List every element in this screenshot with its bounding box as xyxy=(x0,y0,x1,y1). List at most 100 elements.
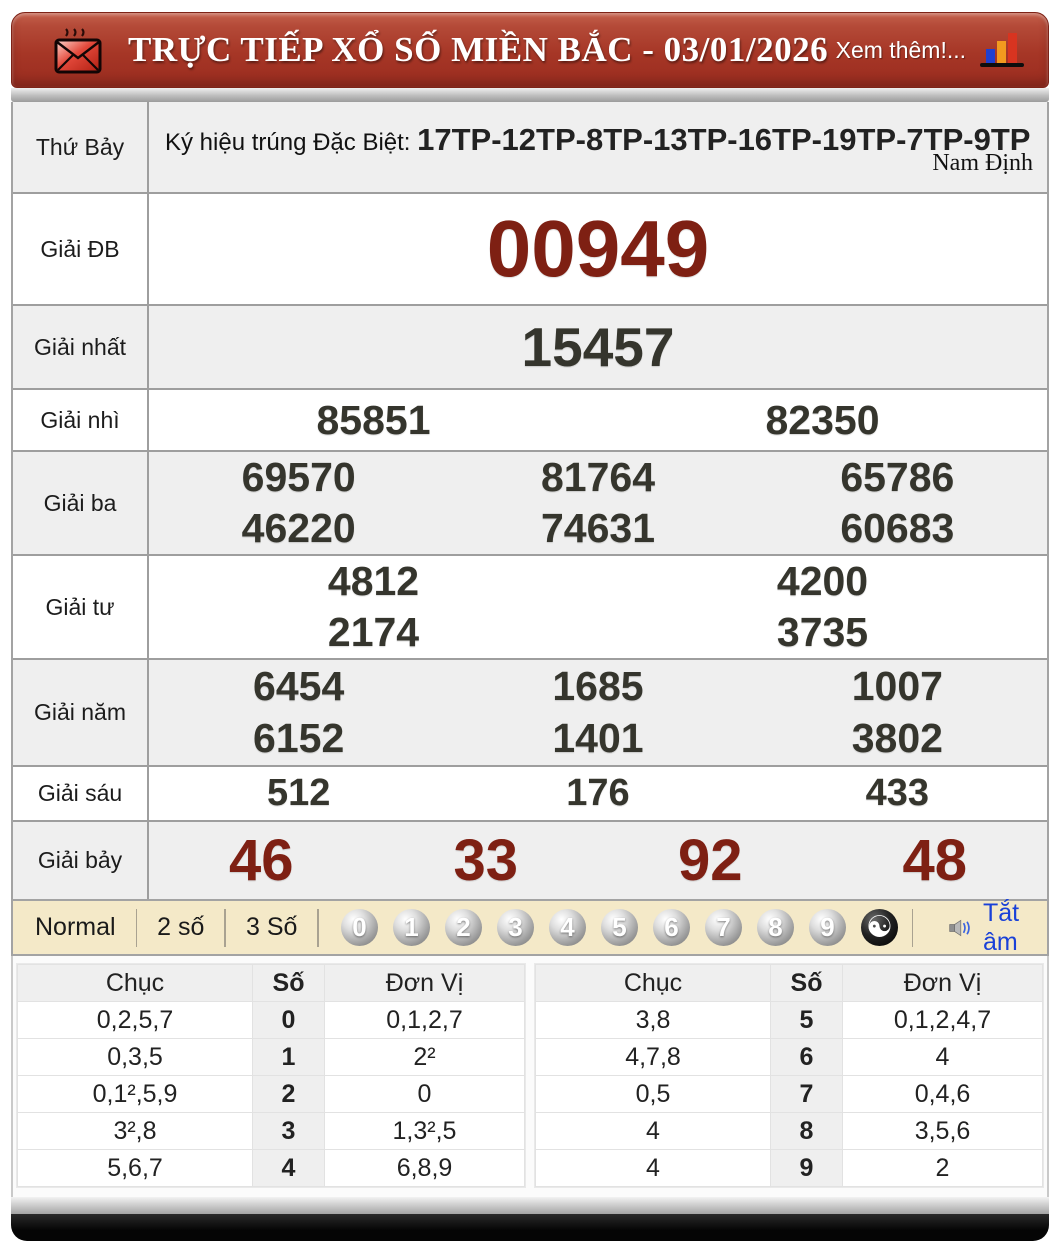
results-table: Thứ Bảy Ký hiệu trúng Đặc Biệt: 17TP-12T… xyxy=(11,102,1049,901)
digit-ball-3[interactable]: 3 xyxy=(496,909,534,946)
column-header: Số xyxy=(770,964,843,1002)
speaker-icon xyxy=(949,919,971,936)
column-header: Số xyxy=(252,964,325,1002)
prize-number: 4200 xyxy=(776,558,869,604)
stats-table-right: Chục Số Đơn Vị 3,8 5 0,1,2,4,7 4,7,8 6 4… xyxy=(535,964,1043,1187)
prize-number: 85851 xyxy=(316,396,431,443)
special-sign-cell: Ký hiệu trúng Đặc Biệt: 17TP-12TP-8TP-13… xyxy=(149,102,1047,192)
prize-number: 3802 xyxy=(851,715,943,762)
digit-ball-7[interactable]: 7 xyxy=(704,909,742,946)
digit-ball-row: 0 1 2 3 4 5 6 7 8 9 ☯ xyxy=(340,909,898,946)
units-cell: 2² xyxy=(324,1038,525,1076)
separator xyxy=(317,908,319,947)
info-row: Thứ Bảy Ký hiệu trúng Đặc Biệt: 17TP-12T… xyxy=(13,102,1047,194)
province-name: Nam Định xyxy=(932,149,1033,176)
digit-ball-2[interactable]: 2 xyxy=(444,909,482,946)
units-cell: 0,4,6 xyxy=(842,1075,1043,1113)
table-row: 4,7,8 6 4 xyxy=(535,1038,1043,1076)
prize-number: 81764 xyxy=(540,454,655,500)
prize-number: 48 xyxy=(902,828,967,893)
digit-cell: 6 xyxy=(770,1038,843,1076)
prize-number: 176 xyxy=(566,772,630,814)
statistics-section: Chục Số Đơn Vị 0,2,5,7 0 0,1,2,7 0,3,5 1… xyxy=(11,956,1049,1197)
digit-cell: 5 xyxy=(770,1001,843,1039)
tens-cell: 3,8 xyxy=(535,1001,771,1039)
units-cell: 3,5,6 xyxy=(842,1112,1043,1150)
prize-number: 82350 xyxy=(765,396,880,443)
digit-cell: 4 xyxy=(252,1149,325,1187)
digit-ball-4[interactable]: 4 xyxy=(548,909,586,946)
prize-number: 2174 xyxy=(327,609,420,655)
digit-ball-1[interactable]: 1 xyxy=(392,909,430,946)
digit-ball-9[interactable]: 9 xyxy=(808,909,846,946)
seventh-prize-row: Giải bảy 46 33 92 48 xyxy=(13,822,1047,899)
prize-number: 74631 xyxy=(540,505,655,551)
prize-number: 46 xyxy=(228,828,294,893)
digit-cell: 1 xyxy=(252,1038,325,1076)
controls-bar: Normal 2 số 3 Số 0 1 2 3 4 5 6 7 8 9 ☯ T… xyxy=(11,898,1049,957)
digit-cell: 9 xyxy=(770,1149,843,1187)
table-row: 3,8 5 0,1,2,4,7 xyxy=(535,1001,1043,1039)
mute-button[interactable]: Tắt âm xyxy=(911,898,1037,957)
bar-chart-icon[interactable] xyxy=(980,31,1026,69)
third-prize-row: Giải ba 69570 81764 65786 46220 74631 60… xyxy=(13,452,1047,556)
first-prize-row: Giải nhất 15457 xyxy=(13,306,1047,390)
weekday-label: Thứ Bảy xyxy=(13,102,149,192)
tens-cell: 3²,8 xyxy=(17,1112,253,1150)
prize-number: 1685 xyxy=(552,662,644,709)
digit-cell: 2 xyxy=(252,1075,325,1113)
mute-label: Tắt âm xyxy=(982,898,1020,956)
third-prize-label: Giải ba xyxy=(13,452,149,554)
table-row: 3²,8 3 1,3²,5 xyxy=(17,1112,525,1150)
digit-cell: 7 xyxy=(770,1075,843,1113)
prize-number: 46220 xyxy=(241,505,356,551)
digit-ball-5[interactable]: 5 xyxy=(600,909,638,946)
special-prize-row: Giải ĐB 00949 xyxy=(13,194,1047,306)
tab-2-digits[interactable]: 2 số xyxy=(137,913,224,942)
first-prize-label: Giải nhất xyxy=(13,306,149,388)
table-row: 0,3,5 1 2² xyxy=(17,1038,525,1076)
sixth-prize-label: Giải sáu xyxy=(13,767,149,820)
digit-ball-0[interactable]: 0 xyxy=(340,909,378,946)
table-row: 4 8 3,5,6 xyxy=(535,1112,1043,1150)
tens-cell: 4 xyxy=(535,1112,771,1150)
table-row: 5,6,7 4 6,8,9 xyxy=(17,1149,525,1187)
units-cell: 4 xyxy=(842,1038,1043,1076)
prize-number: 433 xyxy=(865,772,930,814)
units-cell: 2 xyxy=(842,1149,1043,1187)
title-bar: TRỰC TIẾP XỔ SỐ MIỀN BẮC - 03/01/2026 Xe… xyxy=(11,12,1049,88)
footer-bar xyxy=(11,1214,1049,1241)
units-cell: 1,3²,5 xyxy=(324,1112,525,1150)
tens-cell: 0,1²,5,9 xyxy=(17,1075,253,1113)
table-row: 0,2,5,7 0 0,1,2,7 xyxy=(17,1001,525,1039)
tens-cell: 4 xyxy=(535,1149,771,1187)
units-cell: 0,1,2,7 xyxy=(324,1001,525,1039)
prize-number: 1401 xyxy=(552,715,644,762)
fourth-prize-row: Giải tư 4812 4200 2174 3735 xyxy=(13,556,1047,660)
fifth-prize-label: Giải năm xyxy=(13,660,149,765)
prize-number: 33 xyxy=(453,828,518,893)
units-cell: 0,1,2,4,7 xyxy=(842,1001,1043,1039)
table-header-row: Chục Số Đơn Vị xyxy=(17,964,525,1002)
tens-cell: 0,3,5 xyxy=(17,1038,253,1076)
frame-strip-bottom xyxy=(11,1197,1049,1214)
table-header-row: Chục Số Đơn Vị xyxy=(535,964,1043,1002)
tab-normal[interactable]: Normal xyxy=(31,913,136,942)
yin-yang-icon[interactable]: ☯ xyxy=(860,909,898,946)
seventh-prize-label: Giải bảy xyxy=(13,822,149,899)
units-cell: 6,8,9 xyxy=(324,1149,525,1187)
column-header: Đơn Vị xyxy=(324,964,525,1002)
fourth-prize-label: Giải tư xyxy=(13,556,149,658)
see-more-link[interactable]: Xem thêm!... xyxy=(836,37,966,64)
tab-3-digits[interactable]: 3 Số xyxy=(226,913,317,942)
digit-ball-8[interactable]: 8 xyxy=(756,909,794,946)
prize-number: 92 xyxy=(677,828,743,893)
digit-ball-6[interactable]: 6 xyxy=(652,909,690,946)
tens-cell: 0,2,5,7 xyxy=(17,1001,253,1039)
digit-cell: 8 xyxy=(770,1112,843,1150)
prize-number: 69570 xyxy=(241,454,356,500)
column-header: Đơn Vị xyxy=(842,964,1043,1002)
separator xyxy=(911,908,914,947)
tens-cell: 0,5 xyxy=(535,1075,771,1113)
prize-number: 65786 xyxy=(840,454,955,500)
